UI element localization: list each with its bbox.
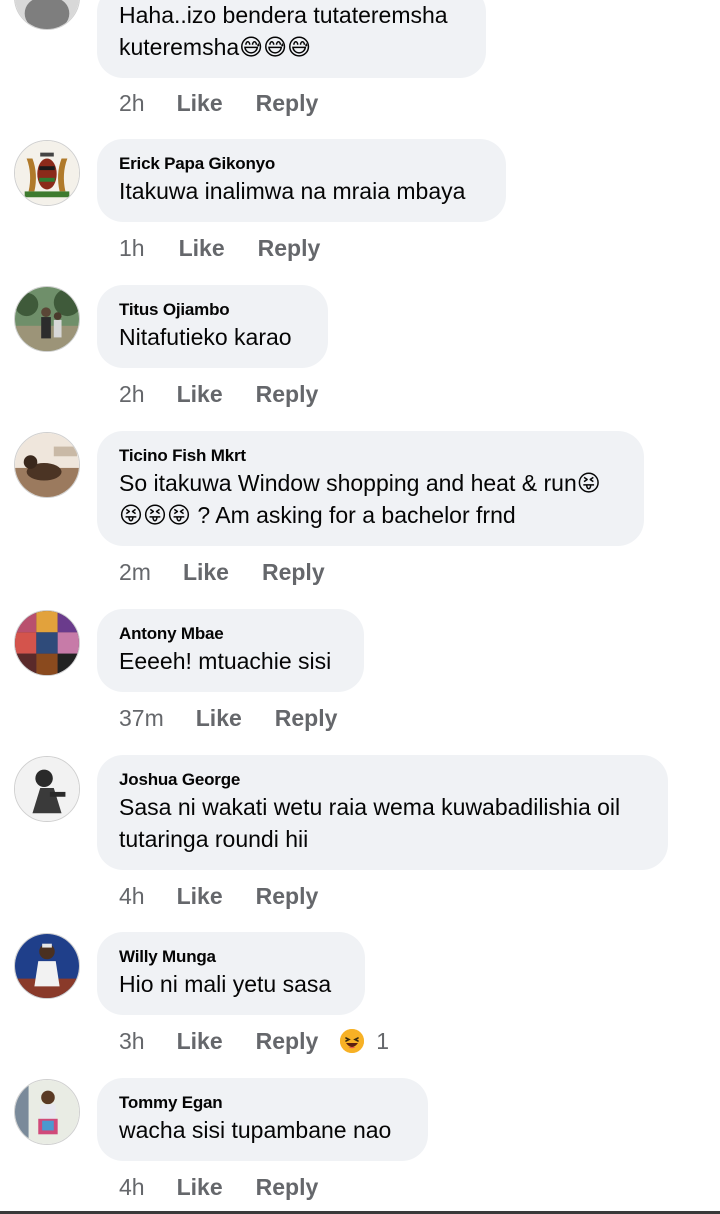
comment-author[interactable]: Tommy Egan [119, 1092, 406, 1114]
comment-bubble[interactable]: Willy Munga Hio ni mali yetu sasa [97, 932, 365, 1015]
comment-author[interactable]: Antony Mbae [119, 623, 342, 645]
comment-time[interactable]: 2m [119, 557, 151, 587]
comment-time[interactable]: 4h [119, 881, 145, 911]
reply-button[interactable]: Reply [262, 557, 325, 587]
avatar-photo [15, 433, 79, 497]
comment-actions: 4h Like Reply [119, 1172, 318, 1202]
reaction-count[interactable]: 1 [376, 1026, 389, 1056]
reply-button[interactable]: Reply [256, 88, 319, 118]
comment-text: Itakuwa inalimwa na mraia mbaya [119, 178, 466, 204]
comment-actions: 3h Like Reply 1 [119, 1026, 389, 1056]
like-button[interactable]: Like [179, 233, 225, 263]
like-button[interactable]: Like [177, 881, 223, 911]
comment-author[interactable]: Ticino Fish Mkrt [119, 445, 622, 467]
reply-button[interactable]: Reply [256, 1172, 319, 1202]
reply-button[interactable]: Reply [258, 233, 321, 263]
coat-of-arms-avatar [15, 141, 79, 205]
comment-author[interactable]: Titus Ojiambo [119, 299, 306, 321]
avatar[interactable] [14, 0, 80, 30]
comment-time[interactable]: 3h [119, 1026, 145, 1056]
comment-actions: 1h Like Reply [119, 233, 320, 263]
comment-text: wacha sisi tupambane nao [119, 1117, 392, 1143]
comment-bubble[interactable]: Haha..izo bendera tutateremsha kuteremsh… [97, 0, 486, 78]
avatar[interactable] [14, 610, 80, 676]
comment-actions: 2m Like Reply [119, 557, 325, 587]
comment-text: Sasa ni wakati wetu raia wema kuwabadili… [119, 794, 627, 852]
comment-bubble[interactable]: Tommy Egan wacha sisi tupambane nao [97, 1078, 428, 1161]
avatar-photo [15, 934, 79, 998]
comment-actions: 2h Like Reply [119, 88, 318, 118]
avatar[interactable] [14, 140, 80, 206]
like-button[interactable]: Like [177, 1026, 223, 1056]
avatar-photo [15, 611, 79, 675]
avatar[interactable] [14, 933, 80, 999]
haha-reaction-icon[interactable] [340, 1029, 365, 1053]
like-button[interactable]: Like [177, 1172, 223, 1202]
avatar[interactable] [14, 432, 80, 498]
avatar-photo [15, 1080, 79, 1144]
like-button[interactable]: Like [183, 557, 229, 587]
reply-button[interactable]: Reply [256, 379, 319, 409]
like-button[interactable]: Like [177, 379, 223, 409]
comment-bubble[interactable]: Erick Papa Gikonyo Itakuwa inalimwa na m… [97, 139, 506, 222]
comment-actions: 37m Like Reply [119, 703, 337, 733]
comment-time[interactable]: 4h [119, 1172, 145, 1202]
avatar[interactable] [14, 756, 80, 822]
like-button[interactable]: Like [196, 703, 242, 733]
comment-actions: 4h Like Reply [119, 881, 318, 911]
avatar[interactable] [14, 1079, 80, 1145]
comment-text: Nitafutieko karao [119, 324, 292, 350]
comment-text: So itakuwa Window shopping and heat & ru… [119, 470, 601, 528]
comment-bubble[interactable]: Titus Ojiambo Nitafutieko karao [97, 285, 328, 368]
comment-bubble[interactable]: Antony Mbae Eeeeh! mtuachie sisi [97, 609, 364, 692]
avatar[interactable] [14, 286, 80, 352]
comment-time[interactable]: 2h [119, 88, 145, 118]
reply-button[interactable]: Reply [256, 881, 319, 911]
avatar-photo [15, 757, 79, 821]
like-button[interactable]: Like [177, 88, 223, 118]
avatar-photo [15, 0, 79, 29]
comment-time[interactable]: 2h [119, 379, 145, 409]
comment-bubble[interactable]: Ticino Fish Mkrt So itakuwa Window shopp… [97, 431, 644, 546]
comment-author[interactable]: Erick Papa Gikonyo [119, 153, 484, 175]
comment-time[interactable]: 37m [119, 703, 164, 733]
comment-actions: 2h Like Reply [119, 379, 318, 409]
comment-time[interactable]: 1h [119, 233, 145, 263]
comment-author[interactable]: Willy Munga [119, 946, 343, 968]
reply-button[interactable]: Reply [256, 1026, 319, 1056]
comment-text: Hio ni mali yetu sasa [119, 971, 332, 997]
avatar-photo [15, 287, 79, 351]
comment-text: Eeeeh! mtuachie sisi [119, 648, 332, 674]
comment-text: Haha..izo bendera tutateremsha kuteremsh… [119, 2, 454, 60]
reply-button[interactable]: Reply [275, 703, 338, 733]
comment-author[interactable]: Joshua George [119, 769, 646, 791]
comment-bubble[interactable]: Joshua George Sasa ni wakati wetu raia w… [97, 755, 668, 870]
